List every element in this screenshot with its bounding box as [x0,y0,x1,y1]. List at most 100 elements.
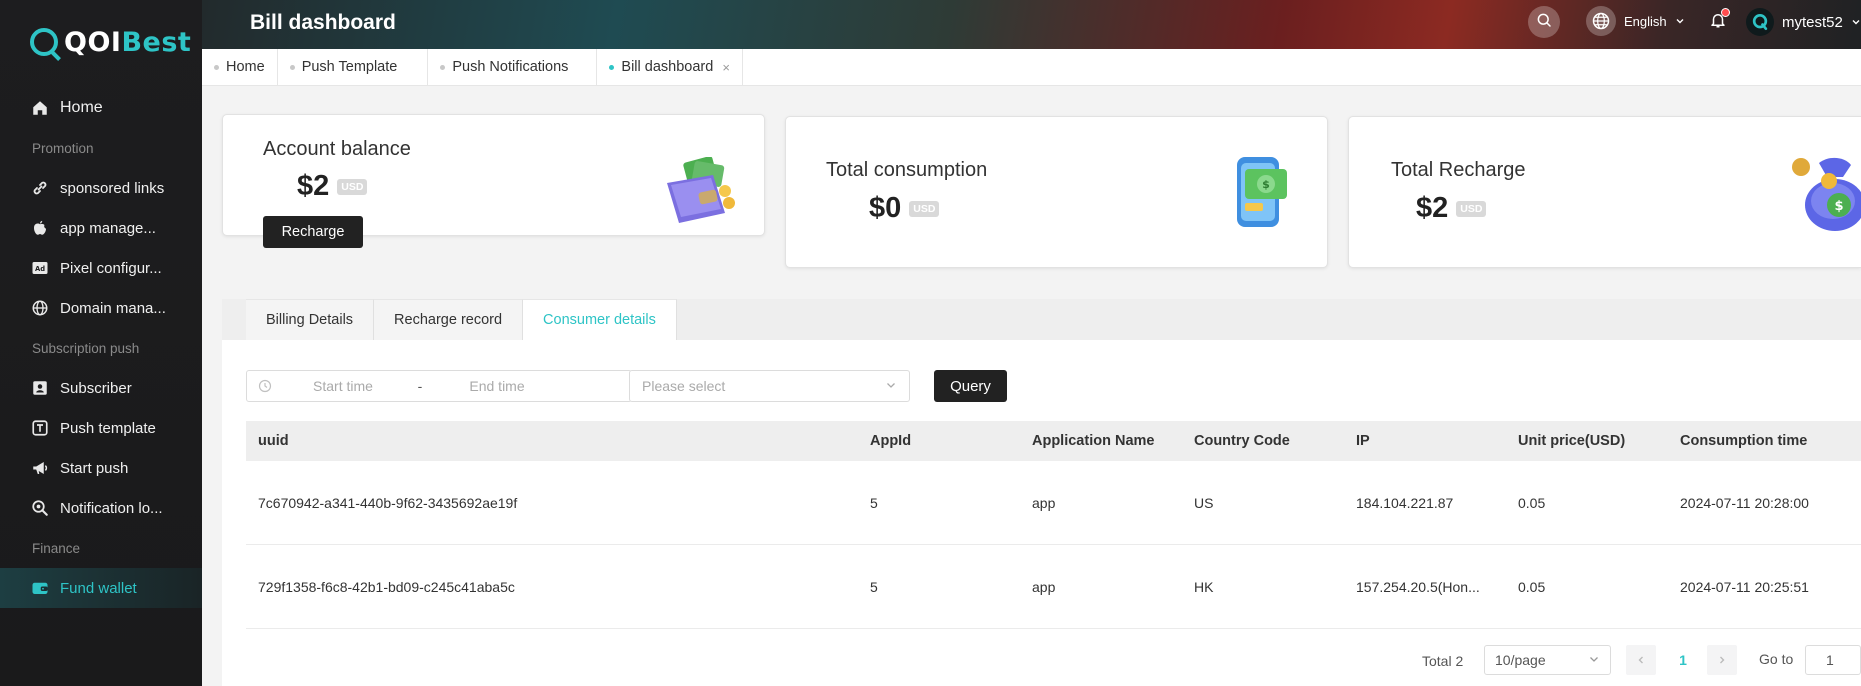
sidebar-group-finance: Finance [32,540,81,556]
megaphone-icon [30,458,50,478]
link-icon [30,178,50,198]
sidebar-item-subscriber[interactable]: Subscriber [0,368,202,408]
chevron-left-icon [1636,652,1646,668]
tab-recharge-record[interactable]: Recharge record [374,299,524,340]
prev-page-button[interactable] [1626,645,1656,675]
goto-label: Go to [1759,651,1794,667]
phone-money-illustration-icon: $ [1229,155,1297,236]
pagination-total: Total 2 [1422,653,1464,669]
tag-push-template[interactable]: Push Template [278,49,429,85]
column-header[interactable]: IP [1356,433,1370,449]
start-time-input[interactable]: Start time [283,378,403,394]
username: mytest52 [1782,13,1843,31]
column-header[interactable]: Application Name [1032,433,1154,449]
column-header[interactable]: AppId [870,433,911,449]
logo-text: QOIBest [64,26,192,58]
logo[interactable]: QOIBest [30,22,191,62]
sidebar-item-label: Notification lo... [60,499,163,517]
filter-select[interactable]: Please select [629,370,910,402]
sidebar-item-start-push[interactable]: Start push [0,448,202,488]
log-search-icon [30,498,50,518]
sidebar-item-label: Push template [60,419,156,437]
avatar [1746,8,1774,36]
page-size-value: 10/page [1495,652,1546,668]
sidebar-item-fund-wallet[interactable]: Fund wallet [0,568,202,608]
user-menu[interactable]: mytest52 [1746,8,1861,36]
chevron-down-icon [1851,14,1861,31]
table-row[interactable]: 7c670942-a341-440b-9f62-3435692ae19f 5 a… [246,461,1861,545]
card-title: Total consumption [826,159,988,181]
column-header[interactable]: Unit price(USD) [1518,433,1625,449]
tabs: Billing Details Recharge record Consumer… [222,299,1861,340]
next-page-button[interactable] [1707,645,1737,675]
card-title: Account balance [263,138,411,160]
clock-icon [247,379,283,393]
column-header[interactable]: uuid [258,433,289,449]
cell-consumption-time: 2024-07-11 20:25:51 [1680,578,1809,595]
template-icon [30,418,50,438]
home-icon [30,98,50,118]
notification-badge [1721,8,1730,17]
recharge-button[interactable]: Recharge [263,216,363,248]
tags-view-bar: Home Push Template Push Notifications Bi… [202,49,1861,86]
tag-home[interactable]: Home [202,49,278,85]
page-title: Bill dashboard [250,11,396,34]
table-row[interactable]: 729f1358-f6c8-42b1-bd09-c245c41aba5c 5 a… [246,545,1861,629]
notification-button[interactable] [1706,8,1730,34]
sidebar-item-label: Pixel configur... [60,259,162,277]
table-header: uuid AppId Application Name Country Code… [246,421,1861,461]
search-button[interactable] [1528,6,1560,38]
close-icon[interactable]: × [722,60,730,75]
sidebar-item-home[interactable]: Home [0,88,202,128]
sidebar-item-pixel-config[interactable]: Ad Pixel configur... [0,248,202,288]
subscriber-icon [30,378,50,398]
sidebar-item-sponsored-links[interactable]: sponsored links [0,168,202,208]
recharge-amount: $2 [1416,192,1449,224]
range-separator: - [417,378,423,394]
globe-icon [1586,6,1616,36]
end-time-input[interactable]: End time [437,378,557,394]
total-recharge-card: Total Recharge $2 USD $ [1348,116,1861,268]
select-placeholder: Please select [642,378,726,394]
globe-icon [30,298,50,318]
tag-push-notifications[interactable]: Push Notifications [428,49,598,85]
query-button[interactable]: Query [934,370,1007,402]
tag-bill-dashboard[interactable]: Bill dashboard × [597,49,743,85]
sidebar-item-notification-log[interactable]: Notification lo... [0,488,202,528]
sidebar-item-label: Subscriber [60,379,132,397]
column-header[interactable]: Consumption time [1680,433,1807,449]
tab-billing-details[interactable]: Billing Details [246,299,375,340]
search-icon [1535,11,1553,34]
card-value: $2 USD [297,170,368,203]
currency-badge: USD [909,200,940,217]
sidebar-nav: Home Promotion sponsored links app manag… [0,88,202,608]
column-header[interactable]: Country Code [1194,433,1290,449]
card-value: $0 USD [869,192,940,225]
sidebar-group-subscription-push: Subscription push [32,340,140,356]
language-switcher[interactable]: English [1586,6,1685,36]
tag-label: Push Notifications [452,59,569,75]
card-title: Total Recharge [1391,159,1526,181]
sidebar-group-promotion: Promotion [32,140,94,156]
sidebar-item-push-template[interactable]: Push template [0,408,202,448]
svg-text:$: $ [1834,199,1843,214]
date-range-picker[interactable]: Start time - End time [246,370,632,402]
goto-page-input[interactable] [1805,645,1861,675]
sidebar-item-app-manage[interactable]: app manage... [0,208,202,248]
chevron-down-icon [1588,652,1600,668]
cell-consumption-time: 2024-07-11 20:28:00 [1680,494,1809,511]
tag-dot [440,64,446,70]
page-number[interactable]: 1 [1671,645,1695,675]
wallet-icon [30,578,50,598]
cell-ip: 157.254.20.5(Hon... [1356,578,1480,595]
wallet-illustration-icon [663,156,739,232]
cell-app-name: app [1032,494,1056,511]
svg-text:$: $ [1262,178,1270,191]
chevron-down-icon [885,378,897,394]
page-size-select[interactable]: 10/page [1484,645,1611,675]
money-bag-illustration-icon: $ [1789,153,1861,238]
cell-appid: 5 [870,494,878,511]
tab-consumer-details[interactable]: Consumer details [523,299,677,340]
cell-uuid: 729f1358-f6c8-42b1-bd09-c245c41aba5c [258,578,515,595]
sidebar-item-domain-manage[interactable]: Domain mana... [0,288,202,328]
